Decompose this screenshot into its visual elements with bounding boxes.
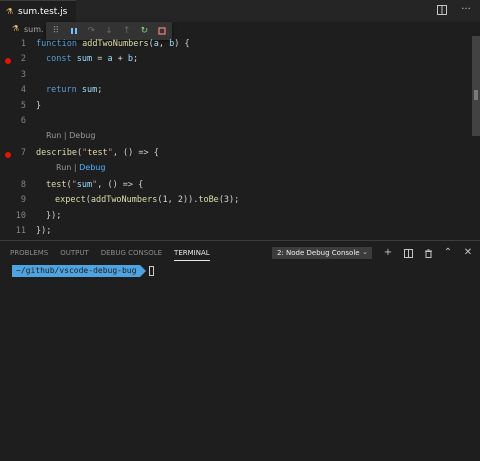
breadcrumb-file[interactable]: sum. — [24, 25, 44, 34]
codelens-debug[interactable]: Debug — [79, 163, 105, 172]
line-code: const sum = a + b; — [46, 53, 139, 64]
code-line: 4 return sum; — [0, 82, 470, 97]
code-line: 3 — [0, 67, 470, 82]
panel-tabs: PROBLEMS OUTPUT DEBUG CONSOLE TERMINAL — [10, 249, 210, 261]
line-code: expect(addTwoNumbers(1, 2)).toBe(3); — [55, 194, 240, 205]
flask-icon: ⚗ — [6, 6, 14, 16]
prompt-arrow-icon — [140, 265, 147, 277]
line-code: function addTwoNumbers(a, b) { — [36, 38, 190, 49]
tab-problems[interactable]: PROBLEMS — [10, 249, 48, 261]
bottom-panel: PROBLEMS OUTPUT DEBUG CONSOLE TERMINAL 2… — [0, 240, 480, 461]
chevron-up-icon[interactable]: ⌃ — [442, 247, 454, 259]
line-number: 9 — [20, 194, 26, 205]
editor-scrollbar[interactable] — [472, 36, 480, 136]
line-code: }); — [36, 225, 52, 236]
codelens-run[interactable]: Run — [46, 131, 61, 140]
close-icon[interactable]: ✕ — [462, 247, 474, 259]
prompt-path: ~/github/vscode-debug-bug — [12, 265, 141, 277]
split-editor-icon[interactable] — [436, 4, 448, 16]
line-number: 7 — [20, 147, 26, 158]
terminal-select[interactable]: 2: Node Debug Console ⌄ — [272, 247, 372, 259]
code-line: 9 expect(addTwoNumbers(1, 2)).toBe(3); — [0, 192, 470, 207]
code-line: 7 describe("test", () => { — [0, 145, 470, 160]
editor-tab-bar: ⚗ sum.test.js ··· — [0, 0, 480, 22]
split-icon[interactable] — [402, 247, 414, 259]
code-line: 2 const sum = a + b; — [0, 51, 470, 66]
breakpoint-icon[interactable] — [5, 57, 11, 64]
tab-sum-test-js[interactable]: ⚗ sum.test.js — [0, 0, 76, 22]
tab-output[interactable]: OUTPUT — [60, 249, 89, 261]
line-number: 3 — [20, 69, 26, 80]
panel-actions: + ⌃ ✕ — [382, 247, 474, 259]
editor-actions: ··· — [436, 4, 472, 16]
line-code: } — [36, 100, 42, 111]
tab-debug-console[interactable]: DEBUG CONSOLE — [101, 249, 162, 261]
line-number: 2 — [20, 53, 26, 64]
line-number: 4 — [20, 84, 26, 95]
codelens: Run | Debug — [56, 163, 106, 172]
line-code: test("sum", () => { — [46, 179, 144, 190]
terminal-cursor — [149, 266, 155, 276]
code-line: 10 }); — [0, 208, 470, 223]
codelens-run[interactable]: Run — [56, 163, 71, 172]
flask-icon: ⚗ — [12, 24, 20, 33]
line-number: 6 — [20, 115, 26, 126]
code-line: 1 function addTwoNumbers(a, b) { — [0, 36, 470, 51]
codelens-debug[interactable]: Debug — [69, 131, 95, 140]
code-line: 11 }); — [0, 223, 470, 238]
tab-label: sum.test.js — [18, 6, 68, 17]
line-number: 11 — [15, 225, 26, 236]
codelens: Run | Debug — [46, 131, 96, 140]
breakpoint-icon[interactable] — [5, 151, 11, 158]
code-line: 8 test("sum", () => { — [0, 177, 470, 192]
line-code: describe("test", () => { — [36, 147, 159, 158]
line-number: 5 — [20, 100, 26, 111]
code-editor[interactable]: 1 function addTwoNumbers(a, b) { 2 const… — [0, 36, 480, 240]
chevron-down-icon: ⌄ — [362, 248, 368, 256]
line-code: return sum; — [46, 84, 103, 95]
tab-terminal[interactable]: TERMINAL — [174, 249, 210, 261]
plus-icon[interactable]: + — [382, 247, 394, 259]
scrollbar-marker — [474, 90, 478, 100]
line-number: 10 — [15, 210, 26, 221]
line-number: 8 — [20, 179, 26, 190]
line-code: }); — [46, 210, 62, 221]
code-line: 5 } — [0, 98, 470, 113]
code-line: 6 — [0, 113, 470, 128]
terminal-prompt[interactable]: ~/github/vscode-debug-bug — [12, 265, 155, 277]
terminal-select-value: 2: Node Debug Console — [277, 249, 360, 257]
trash-icon[interactable] — [422, 247, 434, 259]
line-number: 1 — [20, 38, 26, 49]
more-actions-icon[interactable]: ··· — [460, 4, 472, 16]
